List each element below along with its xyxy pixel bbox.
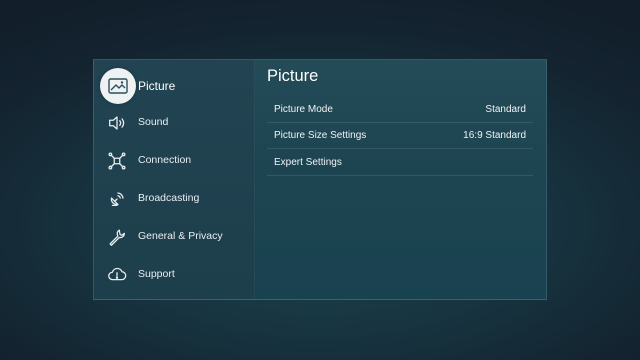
sidebar-item-label: Broadcasting [138,192,200,204]
support-cloud-icon [106,264,128,286]
setting-label: Picture Mode [274,104,333,115]
page-title: Picture [267,67,319,85]
connection-icon [106,150,128,172]
sidebar-item-sound[interactable]: Sound [94,106,254,144]
sidebar-item-label: Support [138,268,175,280]
sidebar-item-support[interactable]: Support [94,258,254,296]
speaker-icon [106,112,128,134]
setting-picture-size[interactable]: Picture Size Settings 16:9 Standard [267,123,533,149]
setting-value: Standard [485,104,526,115]
sidebar-item-general-privacy[interactable]: General & Privacy [94,220,254,258]
sidebar-item-label: General & Privacy [138,230,223,242]
settings-sidebar: Picture Sound Connection Broadcasting Ge… [94,60,255,299]
setting-label: Picture Size Settings [274,130,367,141]
sidebar-item-label: Connection [138,154,192,166]
sidebar-item-connection[interactable]: Connection [94,144,254,182]
sidebar-item-label: Picture [138,79,176,93]
sidebar-item-broadcasting[interactable]: Broadcasting [94,182,254,220]
setting-value: 16:9 Standard [463,130,526,141]
broadcast-icon [106,188,128,210]
settings-panel: Picture Sound Connection Broadcasting Ge… [93,59,547,300]
setting-picture-mode[interactable]: Picture Mode Standard [267,97,533,123]
sidebar-item-picture[interactable]: Picture [94,66,254,104]
sidebar-item-label: Sound [138,116,169,128]
picture-icon [100,68,136,104]
wrench-icon [106,226,128,248]
settings-content: Picture Picture Mode Standard Picture Si… [254,60,546,299]
setting-expert-settings[interactable]: Expert Settings [267,150,533,176]
setting-label: Expert Settings [274,157,342,168]
